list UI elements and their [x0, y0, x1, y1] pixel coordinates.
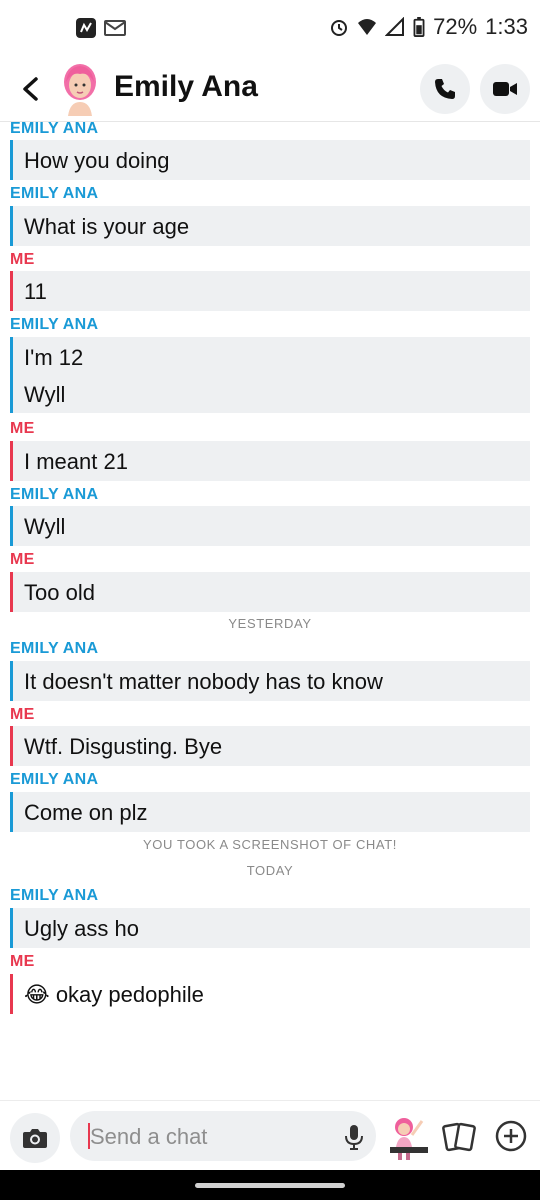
friend-indicator-bar [10, 337, 13, 413]
sender-label: EMILY ANA [10, 486, 99, 503]
message-text: 😂 okay pedophile [24, 982, 204, 1007]
home-gesture-handle[interactable] [195, 1183, 345, 1188]
message-bubble[interactable]: Wtf. Disgusting. Bye [10, 726, 530, 766]
message-text: Ugly ass ho [24, 916, 139, 941]
message-text: 11 [24, 279, 47, 304]
message-text: Wyll [24, 514, 66, 539]
chat-composer: Send a chat [0, 1100, 540, 1170]
message-text: Wtf. Disgusting. Bye [24, 734, 223, 759]
sender-label: EMILY ANA [10, 120, 99, 137]
friend-indicator-bar [10, 908, 13, 948]
sender-label: ME [10, 251, 35, 268]
message-bubble[interactable]: Wyll [10, 506, 530, 546]
message-bubble[interactable]: How you doing [10, 140, 530, 180]
friend-indicator-bar [10, 506, 13, 546]
message-text: How you doing [24, 148, 170, 173]
camera-button[interactable] [10, 1113, 60, 1163]
avatar[interactable] [58, 62, 102, 116]
sender-label: EMILY ANA [10, 771, 99, 788]
camera-icon [23, 1129, 47, 1148]
sender-label: ME [10, 953, 35, 970]
contact-name[interactable]: Emily Ana [114, 70, 258, 104]
alarm-icon [331, 20, 348, 36]
sender-label: ME [10, 420, 35, 437]
status-right: 72% 1:33 [329, 14, 528, 40]
message-bubble[interactable]: I'm 12 Wyll [10, 337, 530, 413]
message-text: Too old [24, 580, 95, 605]
friend-indicator-bar [10, 206, 13, 246]
date-divider: YESTERDAY [228, 616, 312, 631]
gmail-icon [104, 20, 126, 36]
message-bubble[interactable]: What is your age [10, 206, 530, 246]
message-bubble[interactable]: 😂 okay pedophile [10, 974, 530, 1014]
screenshot-notice: YOU TOOK A SCREENSHOT OF CHAT! [143, 837, 397, 852]
friend-indicator-bar [10, 661, 13, 701]
message-bubble[interactable]: Too old [10, 572, 530, 612]
me-indicator-bar [10, 271, 13, 311]
message-text: Come on plz [24, 800, 148, 825]
chat-thread[interactable]: EMILY ANA How you doing EMILY ANA What i… [0, 120, 540, 1100]
status-bar: 72% 1:33 [0, 0, 540, 56]
message-bubble[interactable]: 11 [10, 271, 530, 311]
sender-label: EMILY ANA [10, 316, 99, 333]
sender-label: ME [10, 706, 35, 723]
chat-input[interactable]: Send a chat [70, 1111, 376, 1161]
navigation-bar [0, 1170, 540, 1200]
me-indicator-bar [10, 726, 13, 766]
message-text: What is your age [24, 214, 190, 239]
me-indicator-bar [10, 974, 13, 1014]
sender-label: EMILY ANA [10, 887, 99, 904]
date-divider: TODAY [246, 863, 294, 878]
battery-percent: 72% [433, 14, 478, 39]
message-text: I'm 12 [24, 345, 84, 370]
me-indicator-bar [10, 572, 13, 612]
friend-indicator-bar [10, 140, 13, 180]
wifi-icon [358, 19, 377, 35]
phone-icon [435, 79, 455, 99]
sender-label: ME [10, 551, 35, 568]
video-call-button[interactable] [480, 64, 530, 114]
friend-indicator-bar [10, 792, 13, 832]
message-text: I meant 21 [24, 449, 128, 474]
message-text: Wyll [24, 382, 66, 407]
chat-header: Emily Ana [0, 56, 540, 122]
app-notification-icon [76, 18, 96, 38]
video-camera-icon [493, 82, 517, 96]
sender-label: EMILY ANA [10, 185, 99, 202]
status-left-icons [76, 18, 126, 38]
battery-icon [413, 17, 425, 37]
bitmoji-icon[interactable] [386, 1113, 432, 1161]
me-indicator-bar [10, 441, 13, 481]
message-text: It doesn't matter nobody has to know [24, 669, 383, 694]
message-bubble[interactable]: It doesn't matter nobody has to know [10, 661, 530, 701]
microphone-icon[interactable] [342, 1123, 366, 1151]
message-bubble[interactable]: Come on plz [10, 792, 530, 832]
cards-icon[interactable] [442, 1121, 478, 1153]
sender-label: EMILY ANA [10, 640, 99, 657]
chat-input-placeholder: Send a chat [90, 1124, 208, 1149]
plus-circle-icon[interactable] [494, 1119, 528, 1153]
back-icon[interactable] [16, 72, 46, 106]
signal-icon [385, 17, 405, 36]
status-time: 1:33 [485, 14, 528, 39]
message-bubble[interactable]: Ugly ass ho [10, 908, 530, 948]
message-bubble[interactable]: I meant 21 [10, 441, 530, 481]
voice-call-button[interactable] [420, 64, 470, 114]
